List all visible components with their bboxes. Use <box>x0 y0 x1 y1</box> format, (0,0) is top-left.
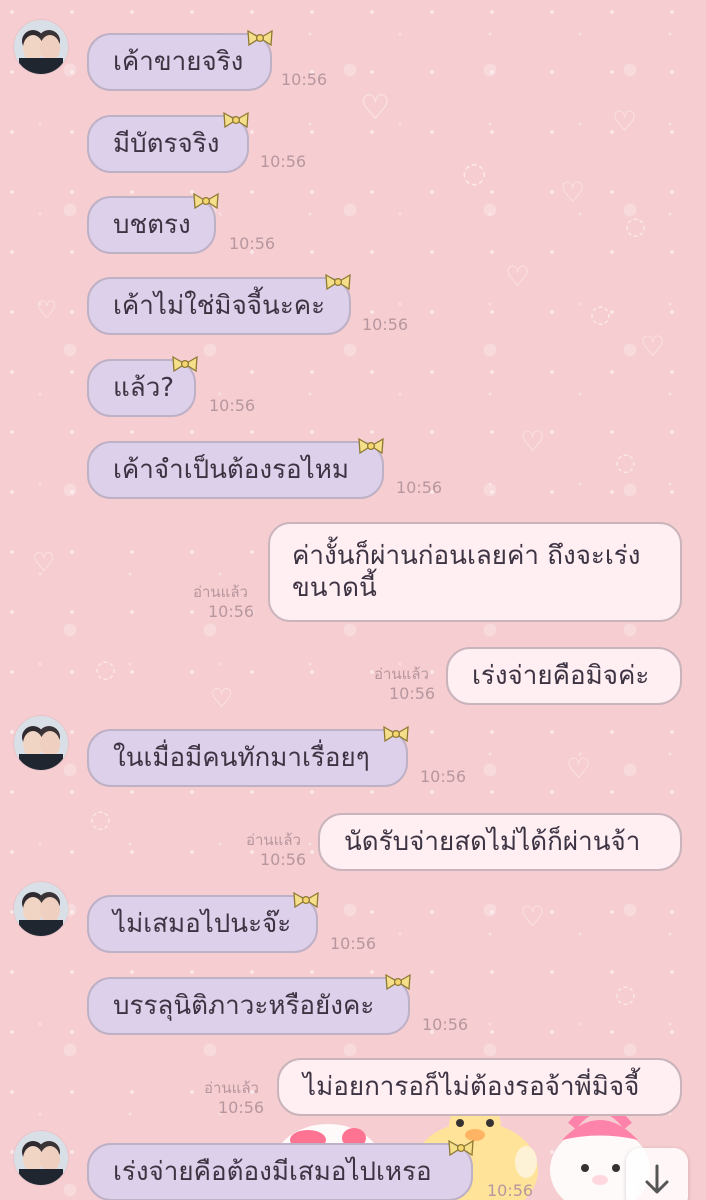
message-text: เร่งจ่ายคือมิจค่ะ <box>472 660 650 691</box>
bow-sticker-icon <box>383 725 409 743</box>
bow-sticker-icon <box>193 192 219 210</box>
wallpaper-bow-icon: ♡ <box>32 548 56 578</box>
message-time: 10:56 <box>260 850 307 869</box>
avatar[interactable] <box>14 882 68 936</box>
incoming-message[interactable]: ในเมื่อมีคนทักมาเรื่อยๆ <box>87 729 408 787</box>
message-text: มีบัตรจริง <box>113 128 220 159</box>
message-text: ไม่อยการอก็ไม่ต้องรอจ้าพี่มิจจี้ <box>303 1071 640 1102</box>
message-time: 10:56 <box>389 684 436 703</box>
read-receipt: อ่านแล้ว <box>246 831 301 849</box>
chat-area[interactable]: ♡ ♡ ◌ ♡ ◌ ♡ ♡ ◌ ♡ ♡ ◌ ♡ ◌ ♡ ♡ ◌ ♡ ◌ เค้า… <box>0 0 706 1200</box>
incoming-message[interactable]: บรรลุนิติภาวะหรือยังคะ <box>87 977 410 1035</box>
arrow-down-icon <box>645 1164 669 1194</box>
wallpaper-fish-icon: ◌ <box>90 805 111 833</box>
wallpaper-bow-icon: ♡ <box>520 900 546 933</box>
wallpaper-bow-icon: ♡ <box>36 296 58 324</box>
wallpaper-fish-icon: ◌ <box>590 300 611 328</box>
message-time: 10:56 <box>420 767 467 786</box>
bow-sticker-icon <box>358 437 384 455</box>
message-text: บชตรง <box>113 209 191 240</box>
wallpaper-fish-icon: ◌ <box>462 156 487 189</box>
wallpaper-bow-icon: ♡ <box>612 105 638 138</box>
wallpaper-bow-icon: ♡ <box>566 752 592 785</box>
read-receipt: อ่านแล้ว <box>193 583 248 601</box>
outgoing-message[interactable]: เร่งจ่ายคือมิจค่ะ <box>446 647 682 705</box>
bow-sticker-icon <box>223 111 249 129</box>
message-text: นัดรับจ่ายสดไม่ได้ก็ผ่านจ้า <box>344 826 641 857</box>
incoming-message[interactable]: ไม่เสมอไปนะจ๊ะ <box>87 895 318 953</box>
incoming-message[interactable]: เค้าไม่ใช่มิจจี้นะคะ <box>87 277 351 335</box>
message-time: 10:56 <box>362 315 409 334</box>
incoming-message[interactable]: เร่งจ่ายคือต้องมีเสมอไปเหรอ <box>87 1143 473 1200</box>
message-time: 10:56 <box>487 1181 534 1200</box>
message-text: เค้าไม่ใช่มิจจี้นะคะ <box>113 290 326 321</box>
wallpaper-bow-icon: ♡ <box>560 176 586 209</box>
message-text-line1: ค่างั้นก็ผ่านก่อนเลยค่า ถึงจะเร่ง <box>292 540 641 571</box>
message-text-block: ค่างั้นก็ผ่านก่อนเลยค่า ถึงจะเร่ง ขนาดนี… <box>292 540 640 605</box>
bow-sticker-icon <box>293 891 319 909</box>
wallpaper-fish-icon: ◌ <box>95 655 116 683</box>
avatar[interactable] <box>14 1131 68 1185</box>
message-time: 10:56 <box>208 602 255 621</box>
scroll-down-button[interactable] <box>626 1148 688 1200</box>
bow-sticker-icon <box>385 973 411 991</box>
message-text: แล้ว? <box>113 372 175 403</box>
wallpaper-bow-icon: ♡ <box>360 88 391 128</box>
wallpaper-bow-icon: ♡ <box>505 260 531 293</box>
outgoing-message[interactable]: ค่างั้นก็ผ่านก่อนเลยค่า ถึงจะเร่ง ขนาดนี… <box>268 522 682 622</box>
bow-sticker-icon <box>325 273 351 291</box>
message-text: ในเมื่อมีคนทักมาเรื่อยๆ <box>113 742 370 773</box>
wallpaper-fish-icon: ◌ <box>615 980 636 1008</box>
wallpaper-bow-icon: ♡ <box>210 684 234 714</box>
message-text: เค้าจำเป็นต้องรอไหม <box>113 454 350 485</box>
outgoing-message[interactable]: นัดรับจ่ายสดไม่ได้ก็ผ่านจ้า <box>318 813 682 871</box>
message-text: เร่งจ่ายคือต้องมีเสมอไปเหรอ <box>113 1156 432 1187</box>
message-text: ไม่เสมอไปนะจ๊ะ <box>113 908 292 939</box>
bow-sticker-icon <box>172 355 198 373</box>
wallpaper-bow-icon: ♡ <box>640 330 666 363</box>
wallpaper-fish-icon: ◌ <box>615 448 636 476</box>
wallpaper-fish-icon: ◌ <box>625 212 646 240</box>
message-time: 10:56 <box>209 396 256 415</box>
incoming-message[interactable]: เค้าจำเป็นต้องรอไหม <box>87 441 384 499</box>
message-text: เค้าขายจริง <box>113 46 244 77</box>
read-receipt: อ่านแล้ว <box>204 1079 259 1097</box>
outgoing-message[interactable]: ไม่อยการอก็ไม่ต้องรอจ้าพี่มิจจี้ <box>277 1058 682 1116</box>
message-time: 10:56 <box>281 70 328 89</box>
message-text-line2: ขนาดนี้ <box>292 573 377 603</box>
message-time: 10:56 <box>260 152 307 171</box>
message-time: 10:56 <box>218 1098 265 1117</box>
avatar[interactable] <box>14 20 68 74</box>
wallpaper-bow-icon: ♡ <box>520 425 546 458</box>
avatar[interactable] <box>14 716 68 770</box>
message-text: บรรลุนิติภาวะหรือยังคะ <box>113 990 375 1021</box>
message-time: 10:56 <box>229 234 276 253</box>
message-time: 10:56 <box>396 478 443 497</box>
message-time: 10:56 <box>422 1015 469 1034</box>
message-time: 10:56 <box>330 934 377 953</box>
bow-sticker-icon <box>247 29 273 47</box>
bow-sticker-icon <box>448 1139 474 1157</box>
read-receipt: อ่านแล้ว <box>374 665 429 683</box>
